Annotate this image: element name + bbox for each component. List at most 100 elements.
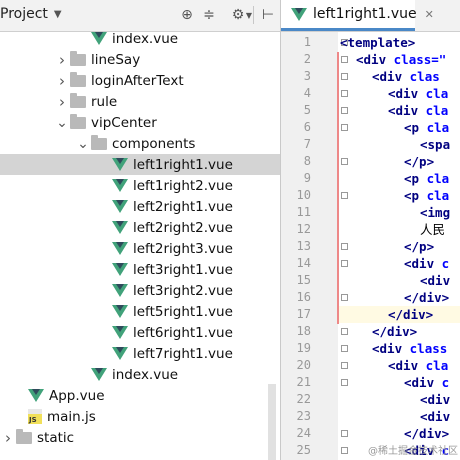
tab-label: left1right1.vue [313,6,417,22]
code-line: <template> [338,34,460,51]
tree-folder[interactable]: › lineSay [0,49,280,70]
line-number: 21 [296,375,311,389]
code-token: <p [404,120,427,135]
vue-file-icon [112,347,128,360]
code-line: <div cla [338,357,460,374]
tree-file[interactable]: left3right1.vue [0,259,280,280]
code-line: <div class [338,340,460,357]
tree-folder[interactable]: › static [0,427,280,448]
code-token: </div> [404,290,450,305]
chevron-down-icon[interactable]: ⌄ [54,112,70,133]
line-number: 14 [296,256,311,270]
line-number: 5 [303,103,311,117]
chevron-down-icon[interactable]: ⌄ [75,133,91,154]
tree-file[interactable]: left6right1.vue [0,322,280,343]
code-line: <div [338,408,460,425]
vue-file-icon [112,221,128,234]
tree-file[interactable]: JS main.js [0,406,280,427]
watermark: @稀土掘金技术社区 [368,446,458,457]
collapse-icon[interactable]: ≑ [200,6,218,24]
code-line: <div c [338,374,460,391]
tree-scrollbar[interactable] [268,384,276,460]
code-line: <p cla [338,170,460,187]
project-panel: Project ▼ ⊕ ≑ ⚙ ▼ ⊢ index.vue › lineSay › lo… [0,0,281,460]
folder-icon [70,92,86,108]
tree-item-label: index.vue [112,366,179,383]
target-icon[interactable]: ⊕ [178,6,196,24]
tree-file[interactable]: left3right2.vue [0,280,280,301]
code-token: cla [426,120,450,135]
tree-item-label: left6right1.vue [133,324,233,341]
tree-folder[interactable]: › loginAfterText [0,70,280,91]
line-number: 13 [296,239,311,253]
code-line: </p> [338,238,460,255]
line-number: 12 [296,222,311,236]
code-token: <div [420,273,451,288]
code-token: > [407,35,416,50]
tree-file[interactable]: left7right1.vue [0,343,280,364]
chevron-right-icon[interactable]: › [0,427,16,448]
code-line: </div> [338,289,460,306]
tree-file[interactable]: left1right2.vue [0,175,280,196]
line-number: 4 [303,86,311,100]
tree-folder[interactable]: ⌄ vipCenter [0,112,280,133]
code-token: </div> [388,307,434,322]
line-number: 3 [303,69,311,83]
vue-file-icon [28,389,44,402]
code-token: cla [425,86,449,101]
code-line: <div class=" [338,51,460,68]
vue-file-icon [112,305,128,318]
code-token: class [409,341,448,356]
line-number: 18 [296,324,311,338]
code-token: cla [425,358,449,373]
tree-file[interactable]: left2right3.vue [0,238,280,259]
tree-folder[interactable]: › rule [0,91,280,112]
code-token: <img [420,205,451,220]
hide-icon[interactable]: ⊢ [259,6,277,24]
close-icon[interactable]: ✕ [425,8,434,21]
folder-icon [70,113,86,129]
code-token: <div [420,392,451,407]
line-number: 10 [296,188,311,202]
tree-item-label: rule [91,93,118,110]
chevron-right-icon[interactable]: › [54,70,70,91]
tree-file[interactable]: index.vue [0,364,280,385]
editor-panel: left1right1.vue ✕ 1 2 3 4 5 6 7 8 9 10 11 12 13 14 15 1… [281,0,460,460]
project-tree: index.vue › lineSay › loginAfterText › rule ⌄ vi… [0,31,280,460]
tree-file[interactable]: left2right2.vue [0,217,280,238]
tree-file[interactable]: index.vue [0,28,280,49]
vcs-change-marker [337,52,339,324]
project-title: Project [0,6,48,22]
vue-file-icon [112,158,128,171]
editor-tab-bar: left1right1.vue ✕ [281,0,460,32]
tree-file[interactable]: left2right1.vue [0,196,280,217]
tree-file[interactable]: left5right1.vue [0,301,280,322]
code-token: </p> [404,154,435,169]
line-number: 16 [296,290,311,304]
project-view-selector[interactable]: Project ▼ [0,6,62,22]
vue-file-icon [291,7,307,21]
line-number: 17 [296,307,311,321]
code-token: cla [426,188,450,203]
tree-file[interactable]: App.vue [0,385,280,406]
code-token: <div [356,52,394,67]
folder-icon [70,71,86,87]
line-number: 7 [303,137,311,151]
code-line: </div> [338,425,460,442]
tree-item-label: loginAfterText [91,72,184,89]
code-token: class=" [393,52,447,67]
chevron-right-icon[interactable]: › [54,49,70,70]
tree-file[interactable]: left1right1.vue [0,154,280,175]
tab-left1right1[interactable]: left1right1.vue ✕ [281,0,434,31]
chevron-right-icon[interactable]: › [54,91,70,112]
code-area[interactable]: <template> <div class=" <div clas <div cla <… [338,32,460,460]
tree-folder[interactable]: ⌄ components [0,133,280,154]
vue-file-icon [112,284,128,297]
code-token: <div [404,256,442,271]
